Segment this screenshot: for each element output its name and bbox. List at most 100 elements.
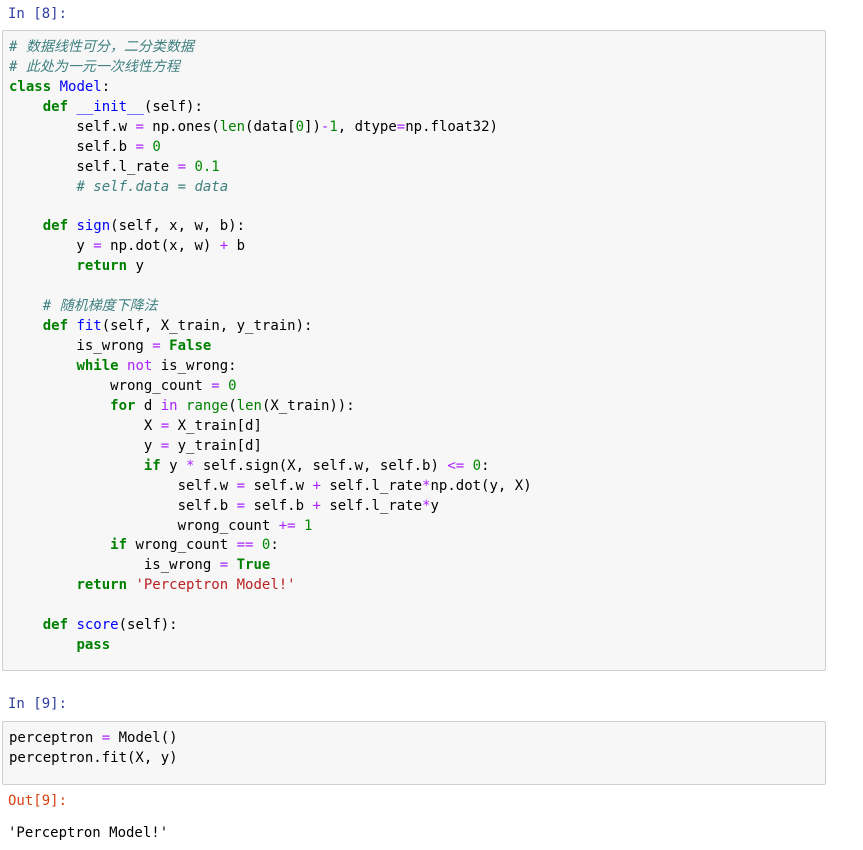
code-line: # 随机梯度下降法 — [9, 297, 825, 317]
code-token: np.dot(x, w) — [101, 238, 220, 255]
code-token: self.b — [9, 497, 237, 514]
code-token: = — [160, 437, 170, 454]
code-line: return 'Perceptron Model!' — [9, 576, 825, 596]
code-token: not — [127, 358, 153, 374]
code-token: def — [42, 617, 69, 634]
code-cell-9[interactable]: perceptron = Model() perceptron.fit(X, y) — [2, 721, 826, 785]
code-token: wrong_count — [9, 517, 279, 534]
code-token: __init__ — [76, 98, 144, 115]
code-line: def score(self): — [9, 616, 825, 636]
cell-prompt-in-8: In [8]: — [8, 6, 68, 22]
code-line: return y — [9, 257, 825, 277]
code-token: score — [76, 617, 119, 634]
code-line: # 数据线性可分，二分类数据 — [9, 38, 825, 58]
code-line: self.b = self.b + self.l_rate*y — [9, 497, 825, 517]
code-editor[interactable]: perceptron = Model() perceptron.fit(X, y) — [3, 722, 825, 769]
code-token: (self): — [118, 617, 178, 634]
code-line: for d in range(len(X_train)): — [9, 397, 825, 417]
code-token: (self): — [143, 98, 203, 115]
code-token: : — [270, 537, 279, 554]
code-line: self.w = self.w + self.l_rate*np.dot(y, … — [9, 477, 825, 497]
code-token: 0 — [472, 457, 482, 474]
code-token: self.w — [9, 477, 237, 494]
code-line: if wrong_count == 0: — [9, 536, 825, 556]
code-editor[interactable]: # 数据线性可分，二分类数据 # 此处为一元一次线性方程 class Model: … — [3, 31, 825, 656]
code-token: np.float32) — [405, 118, 498, 135]
code-token: 0 — [152, 138, 161, 155]
code-token: = — [177, 158, 187, 175]
code-token: # 数据线性可分，二分类数据 — [9, 39, 194, 55]
code-token: # self.data = data — [76, 178, 229, 195]
code-token: y — [9, 437, 161, 454]
code-token: 1 — [304, 517, 313, 534]
code-token: False — [169, 338, 212, 355]
code-token: # 此处为一元一次线性方程 — [9, 58, 180, 75]
code-token: = — [236, 497, 246, 514]
code-token: class — [9, 78, 52, 95]
code-token: np.ones( — [143, 118, 220, 135]
code-token: = — [396, 118, 406, 135]
code-token: perceptron.fit(X, y) — [9, 749, 178, 766]
code-line: self.l_rate = 0.1 — [9, 158, 825, 178]
code-token: if — [110, 537, 128, 554]
code-line: def sign(self, x, w, b): — [9, 217, 825, 237]
code-token: y_train[d] — [169, 437, 262, 454]
code-token: Model() — [110, 730, 178, 746]
code-line: y = np.dot(x, w) + b — [9, 237, 825, 257]
code-token: y — [160, 457, 187, 474]
code-line: self.w = np.ones(len(data[0])-1, dtype=n… — [9, 118, 825, 138]
code-token: = — [211, 377, 220, 394]
code-token: True — [236, 557, 271, 574]
code-line: class Model: — [9, 78, 825, 98]
code-token: = — [135, 138, 144, 155]
code-token: wrong_count — [9, 377, 212, 394]
cell-prompt-out-9: Out[9]: — [8, 793, 68, 809]
code-token: = — [236, 477, 246, 494]
code-token: = — [152, 338, 161, 355]
code-line: while not is_wrong: — [9, 357, 825, 377]
code-token: X — [9, 417, 161, 434]
code-token: pass — [76, 637, 111, 654]
code-token: + — [219, 238, 229, 255]
code-token: sign — [76, 218, 111, 235]
code-token: in — [160, 397, 178, 414]
code-token: + — [312, 477, 321, 494]
code-token: Model — [59, 78, 102, 95]
code-token: while — [76, 358, 119, 374]
code-token: = — [135, 118, 144, 135]
code-line: def fit(self, X_train, y_train): — [9, 317, 825, 337]
code-token: b — [228, 238, 246, 255]
code-line: if y * self.sign(X, self.w, self.b) <= 0… — [9, 457, 825, 477]
code-token: , dtype — [337, 118, 397, 135]
code-line: is_wrong = True — [9, 556, 825, 576]
code-token: y — [127, 258, 144, 275]
code-token: (data[ — [245, 118, 296, 135]
code-line: wrong_count += 1 — [9, 517, 825, 537]
code-token: self.l_rate — [320, 497, 423, 514]
code-token: for — [110, 397, 136, 414]
code-token: = — [219, 557, 229, 574]
code-token: == — [236, 537, 254, 554]
code-token: = — [101, 730, 111, 746]
code-token: = — [93, 238, 102, 255]
code-token: is_wrong: — [152, 358, 237, 374]
code-token: return — [76, 258, 128, 275]
code-cell-8[interactable]: # 数据线性可分，二分类数据 # 此处为一元一次线性方程 class Model: … — [2, 30, 826, 671]
code-token: y — [430, 497, 439, 514]
